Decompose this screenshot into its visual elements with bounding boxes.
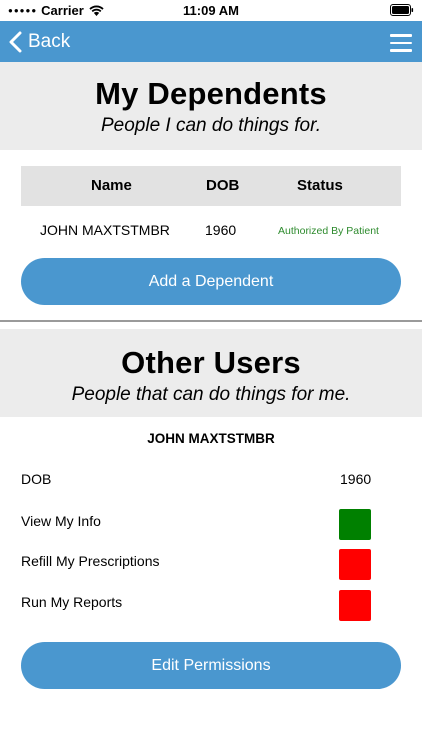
dependents-header: My Dependents People I can do things for… <box>0 62 422 150</box>
nav-bar: Back <box>0 21 422 62</box>
permission-label: Run My Reports <box>21 594 123 610</box>
dependents-title: My Dependents <box>95 76 327 111</box>
permission-row-refill-prescriptions: Refill My Prescriptions <box>21 549 401 581</box>
permission-indicator[interactable] <box>339 509 371 540</box>
permission-label: View My Info <box>21 513 101 529</box>
battery-icon <box>390 4 414 16</box>
column-header-status: Status <box>297 177 343 194</box>
column-header-name: Name <box>91 177 132 194</box>
column-header-dob: DOB <box>206 177 240 194</box>
dependents-table-header: Name DOB Status <box>21 166 401 206</box>
status-bar: ●●●●● Carrier 11:09 AM <box>0 0 422 21</box>
other-users-header: Other Users People that can do things fo… <box>0 329 422 417</box>
dependent-name: JOHN MAXTSTMBR <box>40 222 170 238</box>
back-button[interactable]: Back <box>8 29 70 55</box>
permission-row-view-info: View My Info <box>21 509 401 541</box>
permission-indicator[interactable] <box>339 549 371 580</box>
chevron-left-icon <box>9 31 22 53</box>
dob-row: DOB 1960 <box>21 463 401 495</box>
permission-row-run-reports: Run My Reports <box>21 590 401 622</box>
dependent-dob: 1960 <box>205 222 237 238</box>
dependent-status: Authorized By Patient <box>278 225 379 237</box>
dependents-subtitle: People I can do things for. <box>100 115 322 136</box>
menu-icon[interactable] <box>390 34 412 52</box>
other-users-title: Other Users <box>121 345 301 380</box>
other-users-subtitle: People that can do things for me. <box>71 384 351 405</box>
other-user-name: JOHN MAXTSTMBR <box>147 431 275 446</box>
permission-indicator[interactable] <box>339 590 371 621</box>
dob-value: 1960 <box>340 471 372 487</box>
table-row[interactable]: JOHN MAXTSTMBR 1960 Authorized By Patien… <box>21 208 401 252</box>
section-divider <box>0 320 422 322</box>
permission-label: Refill My Prescriptions <box>21 553 160 569</box>
clock: 11:09 AM <box>183 3 239 18</box>
back-label: Back <box>28 31 71 52</box>
edit-permissions-button[interactable]: Edit Permissions <box>21 642 401 689</box>
dob-label: DOB <box>21 471 52 487</box>
add-dependent-button[interactable]: Add a Dependent <box>21 258 401 305</box>
